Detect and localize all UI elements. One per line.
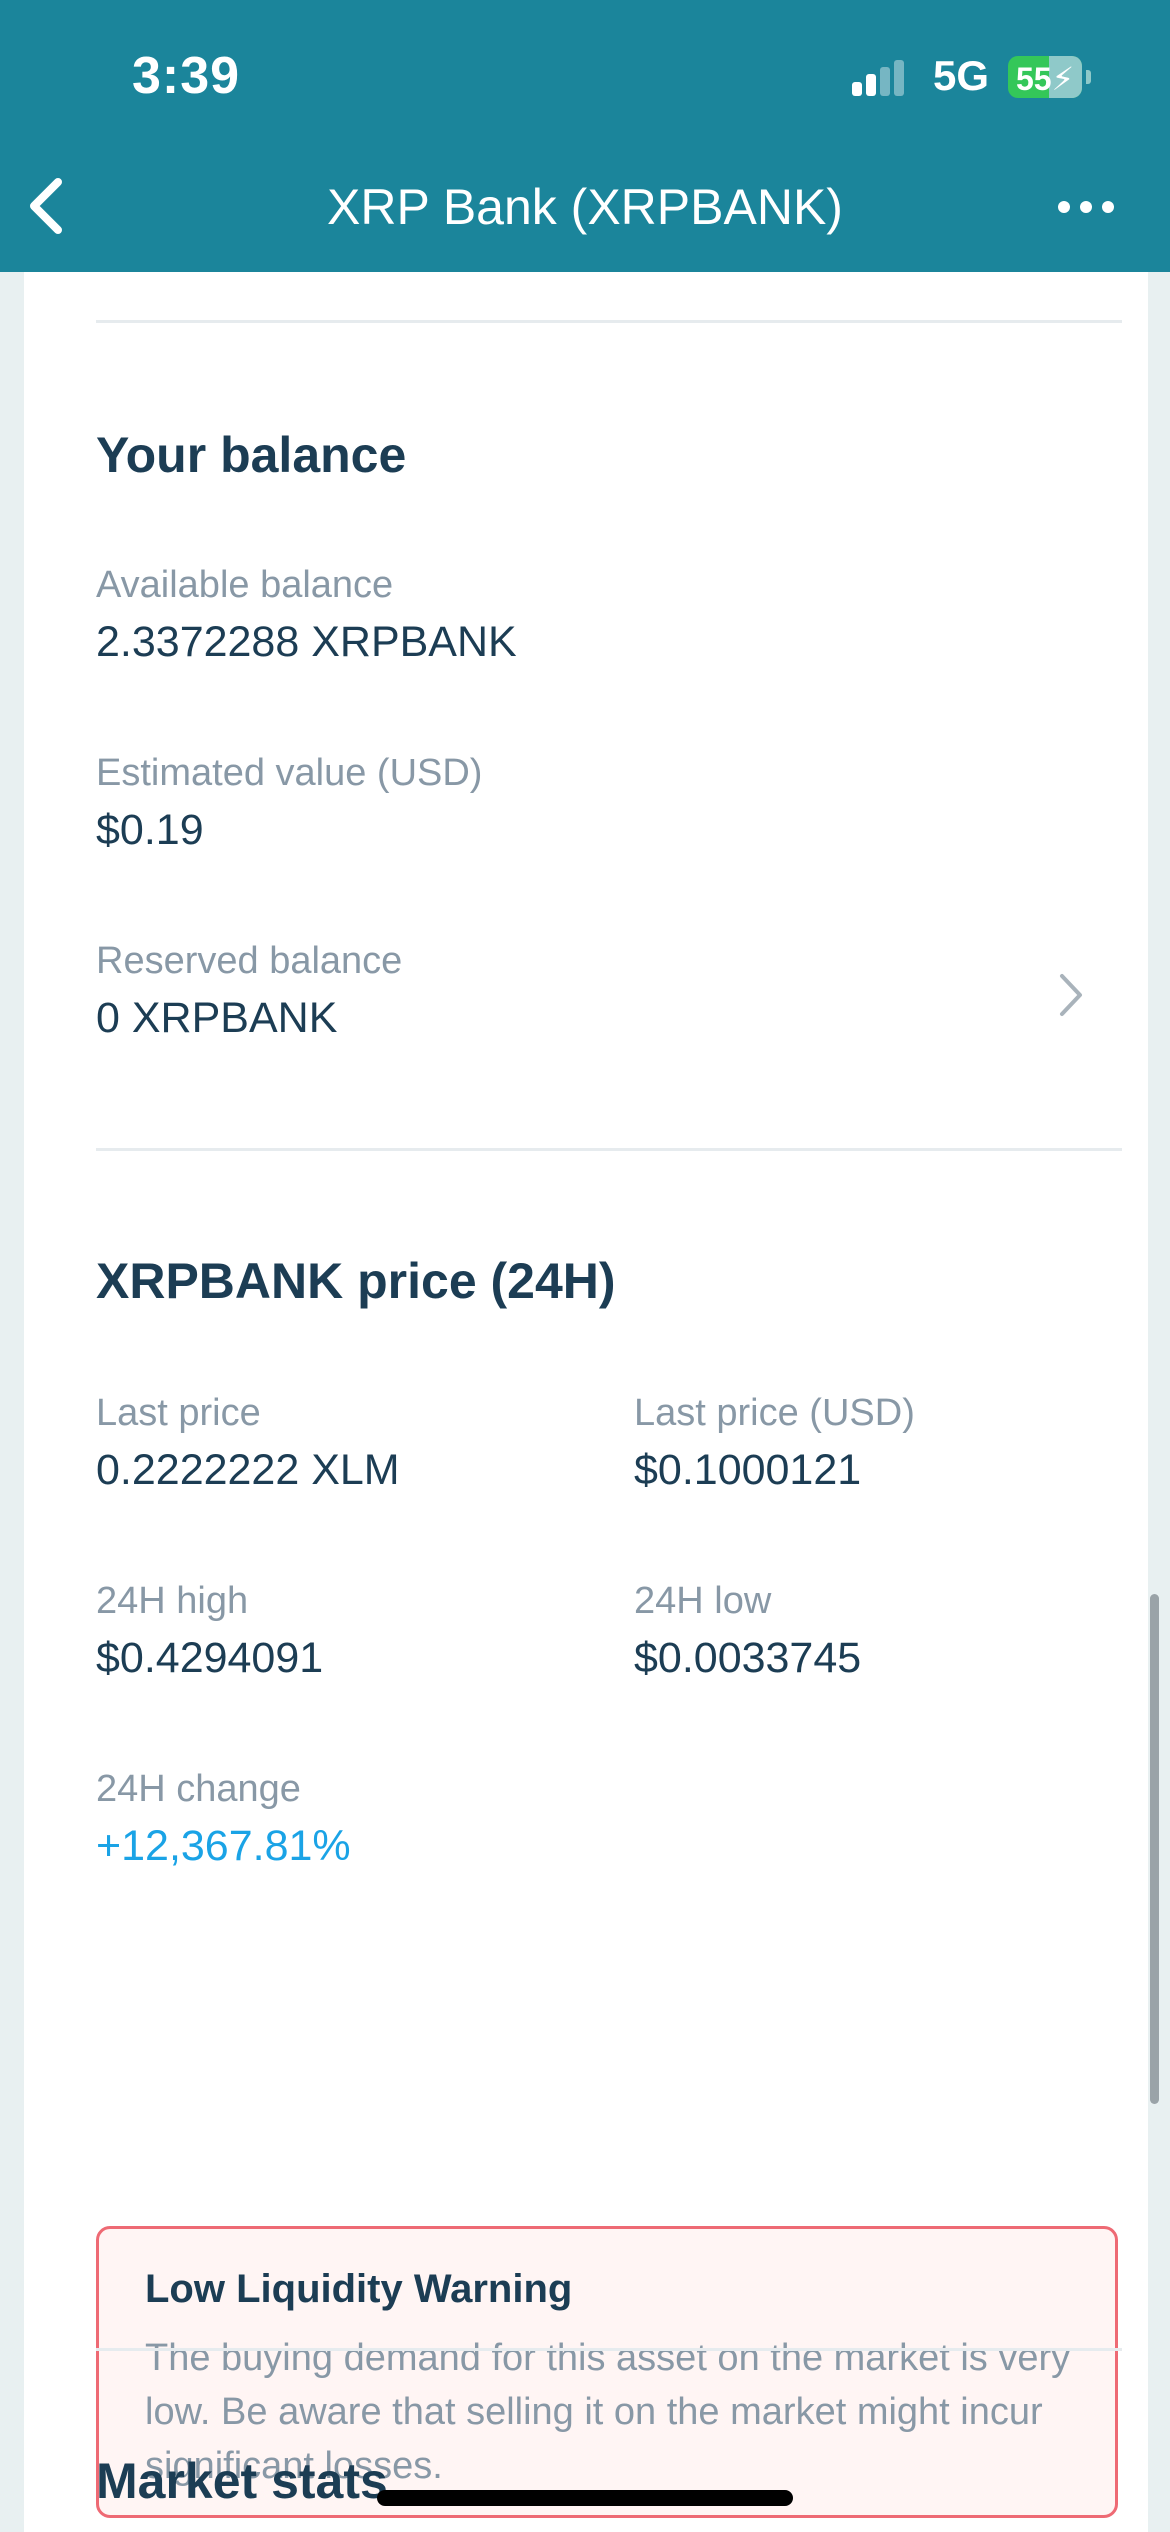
network-type: 5G [933,52,990,99]
section-divider [96,2348,1122,2351]
top-app-bar: 3:39 5G 55⚡ XRP Bank (XRPBANK) [0,0,1170,272]
last-price-label: Last price [96,1392,261,1434]
low-24h-label: 24H low [634,1580,772,1622]
last-price-usd-label: Last price (USD) [634,1392,915,1434]
balance-section-title: Your balance [96,427,407,483]
charging-bolt-icon: ⚡ [1051,61,1075,97]
chevron-left-icon [30,178,62,234]
back-button[interactable] [22,176,70,236]
warning-title: Low Liquidity Warning [145,2267,573,2311]
market-stats-title: Market stats [96,2453,388,2509]
battery-level-text: 55 [1015,61,1052,97]
section-divider [96,1148,1122,1151]
change-24h-label: 24H change [96,1768,301,1810]
signal-bar [852,82,862,96]
last-price-value: 0.2222222 XLM [96,1446,400,1494]
status-time: 3:39 [132,47,241,105]
battery-icon: 55⚡ [1008,56,1082,98]
battery-percentage: 55⚡ [1008,60,1082,98]
signal-bar [880,67,890,96]
price-section-title: XRPBANK price (24H) [96,1253,616,1309]
section-divider [96,320,1122,323]
battery-tip [1086,70,1091,84]
ellipsis-icon [1058,201,1114,213]
available-balance-label: Available balance [96,564,394,606]
change-24h-value: +12,367.81% [96,1822,351,1870]
scrollbar[interactable] [1150,1594,1159,2104]
high-24h-value: $0.4294091 [96,1634,324,1682]
reserved-balance-label: Reserved balance [96,940,403,982]
available-balance-value: 2.3372288 XRPBANK [96,618,517,666]
estimated-value-label: Estimated value (USD) [96,752,483,794]
reserved-balance-value: 0 XRPBANK [96,994,338,1042]
home-indicator[interactable] [377,2490,793,2506]
last-price-usd-value: $0.1000121 [634,1446,862,1494]
signal-bar [866,74,876,96]
chevron-right-icon [1060,974,1082,1016]
signal-strength-icon [852,60,906,96]
high-24h-label: 24H high [96,1580,249,1622]
page-title: XRP Bank (XRPBANK) [327,179,843,235]
low-24h-value: $0.0033745 [634,1634,862,1682]
signal-bar [894,60,904,96]
estimated-value-amount: $0.19 [96,806,204,854]
more-options-button[interactable] [1056,190,1116,224]
asset-details-card: Your balance Available balance 2.3372288… [24,272,1148,2532]
